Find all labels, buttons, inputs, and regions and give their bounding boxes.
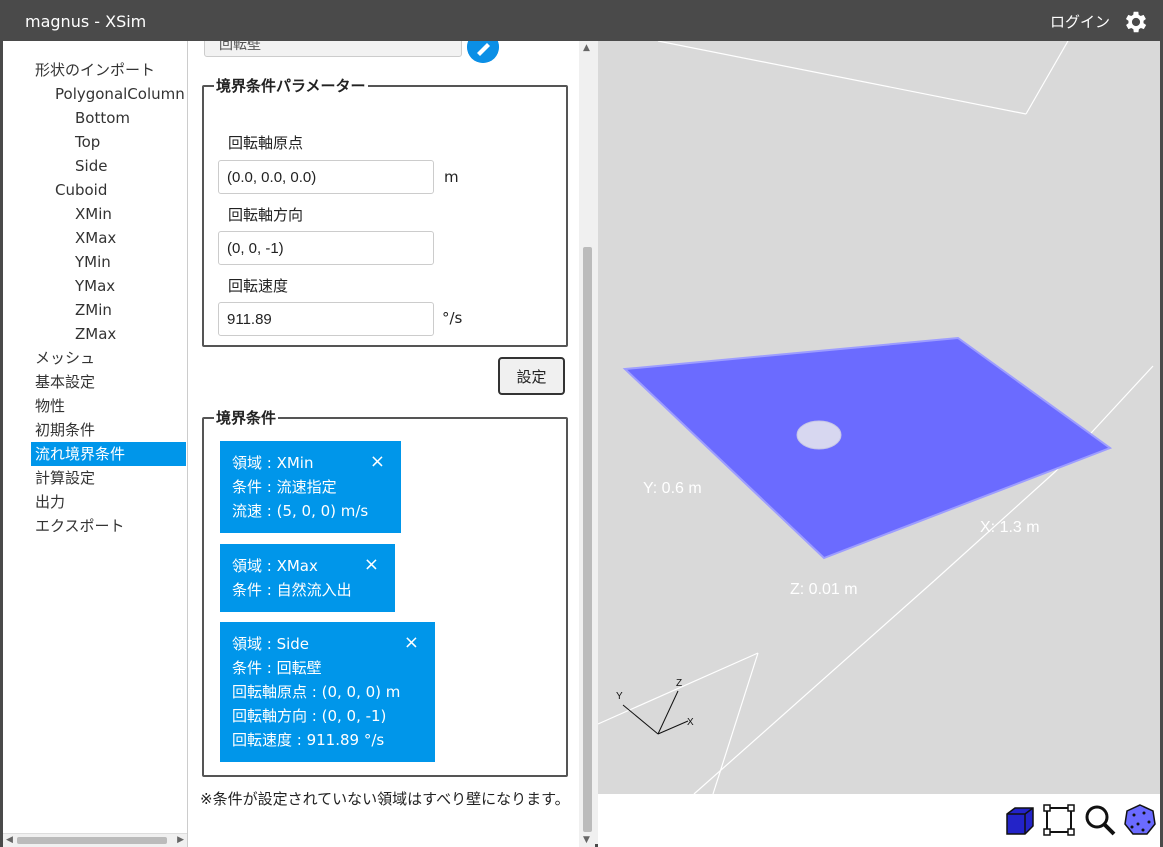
gear-icon[interactable] (1122, 8, 1150, 36)
boundary-conditions-legend: 境界条件 (216, 409, 277, 427)
tree-item[interactable]: 出力 (35, 490, 65, 514)
dimension-z-label: Z: 0.01 m (790, 581, 858, 598)
tree-item[interactable]: ZMin (75, 298, 112, 322)
tree-item[interactable]: YMin (75, 250, 111, 274)
condition-card: 領域 : XMax 条件 : 自然流入出 × (220, 544, 395, 612)
tree-item[interactable]: 流れ境界条件 (31, 442, 186, 466)
scrollbar-thumb[interactable] (17, 837, 167, 844)
scroll-right-icon[interactable]: ▶ (177, 835, 184, 845)
settings-panel: 回転壁 境界条件パラメーター 回転軸原点 m 回転軸方向 回転速度 °/s 設定… (188, 41, 595, 847)
tree-item[interactable]: XMin (75, 202, 112, 226)
close-icon[interactable]: × (364, 553, 379, 577)
cube-view-icon[interactable] (1001, 802, 1037, 838)
rotation-origin-input[interactable] (218, 160, 434, 194)
condition-line: 条件 : 自然流入出 (232, 581, 352, 599)
condition-card: 領域 : Side 条件 : 回転壁回転軸原点 : (0, 0, 0) m 回転軸方… (220, 622, 435, 762)
condition-line: 条件 : 回転壁 (232, 659, 322, 677)
rotation-speed-unit: °/s (442, 309, 463, 327)
rotation-origin-label: 回転軸原点 (228, 134, 304, 152)
axis-x-label: X (687, 717, 694, 728)
tree-item[interactable]: ZMax (75, 322, 116, 346)
title-bar: magnus - XSim ログイン (3, 3, 1160, 41)
tree-item[interactable]: PolygonalColumn (55, 82, 185, 106)
condition-line: 流速 : (5, 0, 0) m/s (232, 502, 369, 520)
condition-line: 領域 : XMin (232, 454, 314, 472)
tree-item[interactable]: 物性 (35, 394, 65, 418)
axis-y-label: Y (616, 691, 623, 702)
cylinder-object (796, 420, 842, 450)
boundary-params-group: 境界条件パラメーター 回転軸原点 m 回転軸方向 回転速度 °/s (202, 75, 568, 347)
edit-icon[interactable] (467, 41, 499, 63)
zoom-icon[interactable] (1082, 802, 1118, 838)
dimension-y-label: Y: 0.6 m (643, 480, 702, 497)
tree-item[interactable]: Cuboid (55, 178, 107, 202)
navigation-tree: 形状のインポート PolygonalColumn Bottom Top Side Cubo… (3, 41, 188, 847)
scrollbar-thumb[interactable] (583, 247, 592, 832)
rotation-speed-label: 回転速度 (228, 277, 289, 295)
tree-item[interactable]: YMax (75, 274, 115, 298)
axis-z-label: Z (676, 678, 683, 689)
tree-item[interactable]: XMax (75, 226, 116, 250)
condition-line: 回転軸方向 : (0, 0, -1) (232, 707, 387, 725)
condition-line: 回転軸原点 : (0, 0, 0) m (232, 683, 401, 701)
scroll-up-icon[interactable]: ▲ (583, 43, 590, 53)
condition-line: 領域 : XMax (232, 557, 318, 575)
rotation-origin-unit: m (444, 168, 459, 186)
boundary-params-legend: 境界条件パラメーター (216, 77, 366, 95)
tree-item[interactable]: 基本設定 (35, 370, 95, 394)
mesh-sphere-icon[interactable] (1122, 802, 1158, 838)
3d-viewport[interactable]: Y: 0.6 m X: 1.3 m Z: 0.01 m X Y Z (598, 41, 1160, 794)
tree-item[interactable]: メッシュ (35, 346, 95, 370)
close-icon[interactable]: × (370, 450, 385, 474)
scene-canvas (598, 41, 1154, 794)
scroll-down-icon[interactable]: ▼ (583, 835, 590, 845)
rotation-direction-label: 回転軸方向 (228, 206, 304, 224)
tree-item[interactable]: Side (75, 154, 107, 178)
dimension-x-label: X: 1.3 m (980, 519, 1040, 536)
rotation-speed-input[interactable] (218, 302, 434, 336)
app-title: magnus - XSim (25, 12, 147, 31)
tree-item[interactable]: 初期条件 (35, 418, 95, 442)
condition-line: 回転速度 : 911.89 °/s (232, 731, 385, 749)
app-window: magnus - XSim ログイン 形状のインポート PolygonalColu… (0, 0, 1163, 847)
fit-frame-icon[interactable] (1041, 802, 1077, 838)
axis-indicator (622, 690, 689, 735)
condition-type-select[interactable]: 回転壁 (204, 41, 462, 57)
scroll-left-icon[interactable]: ◀ (6, 835, 13, 845)
tree-item[interactable]: Bottom (75, 106, 130, 130)
tree-item[interactable]: Top (75, 130, 100, 154)
close-icon[interactable]: × (404, 631, 419, 655)
set-button[interactable]: 設定 (498, 357, 565, 395)
slip-wall-note: ※条件が設定されていない領域はすべり壁になります。 (200, 790, 570, 808)
viewport-toolbar (598, 794, 1160, 847)
tree-horizontal-scrollbar[interactable]: ◀ ▶ (3, 833, 187, 847)
tree-item[interactable]: 形状のインポート (35, 58, 155, 82)
condition-card: 領域 : XMin 条件 : 流速指定流速 : (5, 0, 0) m/s × (220, 441, 401, 533)
panel-vertical-scrollbar[interactable]: ▲ ▼ (579, 41, 595, 847)
rotation-direction-input[interactable] (218, 231, 434, 265)
tree-item[interactable]: 計算設定 (35, 466, 95, 490)
tree-item[interactable]: エクスポート (35, 514, 125, 538)
login-button[interactable]: ログイン (1050, 11, 1110, 32)
condition-line: 領域 : Side (232, 635, 310, 653)
condition-line: 条件 : 流速指定 (232, 478, 337, 496)
